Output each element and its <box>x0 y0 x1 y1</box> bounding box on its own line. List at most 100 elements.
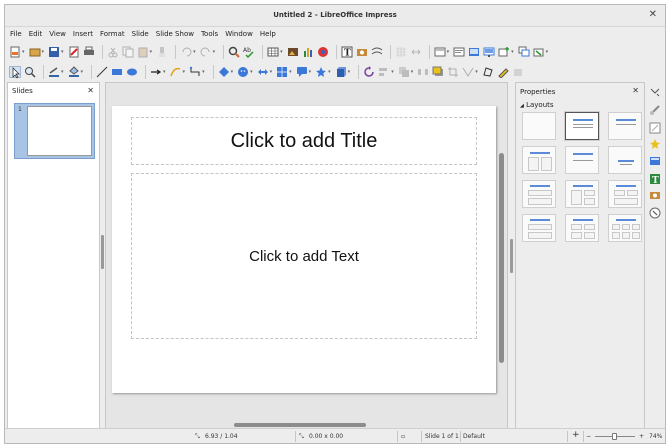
curve-icon[interactable] <box>169 66 182 78</box>
chart-icon[interactable] <box>302 46 314 58</box>
gallery-tab-icon[interactable] <box>649 189 661 201</box>
zoom-in-button[interactable]: + <box>639 433 644 440</box>
connector-icon[interactable] <box>189 66 201 78</box>
line-color-icon[interactable] <box>48 66 60 78</box>
new-slide-icon[interactable] <box>498 46 510 58</box>
menu-tools[interactable]: Tools <box>201 30 218 38</box>
menu-slide[interactable]: Slide <box>132 30 149 38</box>
master-slide-icon[interactable] <box>453 46 465 58</box>
callout-icon[interactable] <box>296 66 308 78</box>
content-placeholder[interactable]: Click to add Text <box>131 173 477 339</box>
navigator-tab-icon[interactable] <box>649 207 661 219</box>
zoom-icon[interactable] <box>24 66 36 78</box>
slide-layout-icon[interactable] <box>434 46 446 58</box>
special-char-icon[interactable] <box>356 46 368 58</box>
arrow-line-icon[interactable] <box>150 66 162 78</box>
slides-pane-close-icon[interactable]: ✕ <box>87 86 94 95</box>
menu-help[interactable]: Help <box>260 30 276 38</box>
layout-title-only[interactable] <box>608 112 642 140</box>
line-icon[interactable] <box>96 66 108 78</box>
stars-icon[interactable] <box>315 66 327 78</box>
slide-canvas[interactable]: Click to add Title Click to add Text <box>112 106 496 393</box>
find-replace-icon[interactable] <box>228 46 240 58</box>
rotate-icon[interactable] <box>363 65 375 78</box>
menu-slide-show[interactable]: Slide Show <box>156 30 194 38</box>
textbox-icon[interactable]: T <box>341 46 353 58</box>
layout-centered-text[interactable] <box>608 146 642 174</box>
arrange-icon[interactable] <box>398 66 410 78</box>
delete-slide-icon[interactable] <box>533 46 545 58</box>
layout-title-content-2[interactable] <box>565 180 599 208</box>
align-icon[interactable] <box>378 66 390 78</box>
paste-icon[interactable] <box>137 46 149 58</box>
table-icon[interactable] <box>267 46 279 58</box>
layout-title-content-small[interactable] <box>565 146 599 174</box>
clone-format-icon[interactable] <box>156 46 168 58</box>
layout-title-4-content-a[interactable] <box>608 180 642 208</box>
properties-pane-close-icon[interactable]: ✕ <box>632 86 639 95</box>
horizontal-scroll-thumb[interactable] <box>234 423 366 427</box>
master-slides-tab-icon[interactable] <box>649 155 661 167</box>
symbol-shapes-icon[interactable] <box>237 66 249 78</box>
3d-objects-icon[interactable] <box>335 66 347 78</box>
styles-tab-icon[interactable]: T <box>649 173 661 186</box>
slides-pane-splitter-handle[interactable] <box>101 235 104 269</box>
glue-points-icon[interactable] <box>497 66 509 78</box>
vertical-scrollbar[interactable] <box>499 93 504 423</box>
new-icon[interactable] <box>9 46 21 58</box>
zoom-out-button[interactable]: − <box>586 433 591 440</box>
block-arrows-icon[interactable] <box>257 66 269 78</box>
toggle-extrusion-icon[interactable] <box>512 66 524 78</box>
basic-shapes-icon[interactable] <box>218 66 230 78</box>
slide-thumbnail[interactable] <box>27 106 92 156</box>
layout-title-4-content[interactable] <box>565 214 599 242</box>
rectangle-icon[interactable] <box>111 66 123 78</box>
document-modified-icon[interactable]: ▫ <box>401 433 405 440</box>
fontwork-icon[interactable] <box>371 46 383 58</box>
undo-icon[interactable] <box>180 46 192 58</box>
menu-insert[interactable]: Insert <box>73 30 93 38</box>
redo-icon[interactable] <box>200 46 212 58</box>
distribute-icon[interactable] <box>417 66 429 78</box>
fill-color-icon[interactable] <box>68 65 80 78</box>
layout-title-6-content[interactable] <box>608 214 642 242</box>
layout-title-content-over-content[interactable] <box>522 214 556 242</box>
cut-icon[interactable] <box>107 46 119 58</box>
animation-tab-icon[interactable] <box>649 138 661 150</box>
layout-title-2-content-over[interactable] <box>522 180 556 208</box>
export-pdf-icon[interactable] <box>68 46 80 58</box>
zoom-slider-handle[interactable] <box>612 433 617 440</box>
duplicate-slide-icon[interactable] <box>518 46 530 58</box>
grid-icon[interactable] <box>395 46 407 58</box>
flowchart-icon[interactable] <box>276 66 288 78</box>
menu-view[interactable]: View <box>49 30 66 38</box>
start-show-icon[interactable] <box>483 46 495 58</box>
zoom-level[interactable]: 74% <box>649 433 662 440</box>
window-close-icon[interactable]: ✕ <box>649 9 657 20</box>
title-placeholder[interactable]: Click to add Title <box>131 117 477 165</box>
copy-icon[interactable] <box>122 46 134 58</box>
sidebar-menu-icon[interactable] <box>649 86 661 98</box>
slide-thumbnail-item[interactable]: 1 <box>14 103 95 159</box>
open-icon[interactable] <box>29 46 41 58</box>
save-icon[interactable] <box>48 46 60 58</box>
menu-window[interactable]: Window <box>225 30 253 38</box>
fit-slide-button[interactable]: + <box>572 430 580 440</box>
image-icon[interactable] <box>287 46 299 58</box>
layout-title-2-content[interactable] <box>522 146 556 174</box>
vertical-scroll-thumb[interactable] <box>499 153 504 363</box>
select-icon[interactable] <box>9 65 21 79</box>
properties-tab-icon[interactable] <box>649 104 661 116</box>
print-icon[interactable] <box>83 46 95 58</box>
spellcheck-icon[interactable]: Ab <box>243 46 255 58</box>
sidebar-splitter-handle[interactable] <box>510 239 513 273</box>
layout-blank[interactable] <box>522 112 556 140</box>
display-views-icon[interactable] <box>468 46 480 58</box>
shadow-icon[interactable] <box>432 66 444 78</box>
menu-edit[interactable]: Edit <box>29 30 43 38</box>
menu-format[interactable]: Format <box>100 30 125 38</box>
layout-title-content[interactable] <box>565 112 599 140</box>
points-icon[interactable] <box>482 66 494 78</box>
crop-icon[interactable] <box>447 66 459 78</box>
filter-icon[interactable] <box>462 66 474 78</box>
